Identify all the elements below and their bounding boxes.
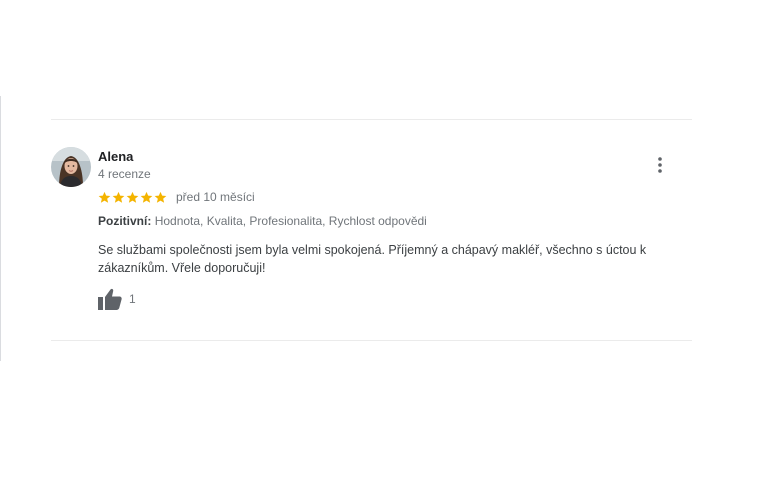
like-count: 1 (129, 292, 136, 306)
review-text: Se službami společnosti jsem byla velmi … (98, 243, 647, 275)
star-icon (126, 191, 139, 203)
avatar[interactable] (51, 147, 91, 187)
star-icon (98, 191, 111, 203)
rating-row: před 10 měsíci (98, 190, 255, 204)
attributes-value: Hodnota, Kvalita, Profesionalita, Rychlo… (154, 214, 427, 228)
more-vert-icon (658, 157, 662, 173)
thumbs-up-icon (98, 288, 122, 310)
review-divider-bottom (51, 340, 692, 341)
star-icon (112, 191, 125, 203)
attributes-label: Pozitivní: (98, 214, 152, 228)
star-rating (98, 191, 167, 204)
review-date: před 10 měsíci (176, 190, 255, 204)
review-divider-top (51, 119, 692, 120)
author-name[interactable]: Alena (98, 149, 133, 164)
left-border (0, 96, 1, 361)
like-button[interactable]: 1 (98, 288, 136, 310)
author-review-count[interactable]: 4 recenze (98, 167, 151, 181)
more-options-button[interactable] (648, 153, 672, 177)
review-attributes: Pozitivní: Hodnota, Kvalita, Profesional… (98, 214, 427, 228)
avatar-photo (51, 147, 91, 187)
star-icon (140, 191, 153, 203)
star-icon (154, 191, 167, 203)
